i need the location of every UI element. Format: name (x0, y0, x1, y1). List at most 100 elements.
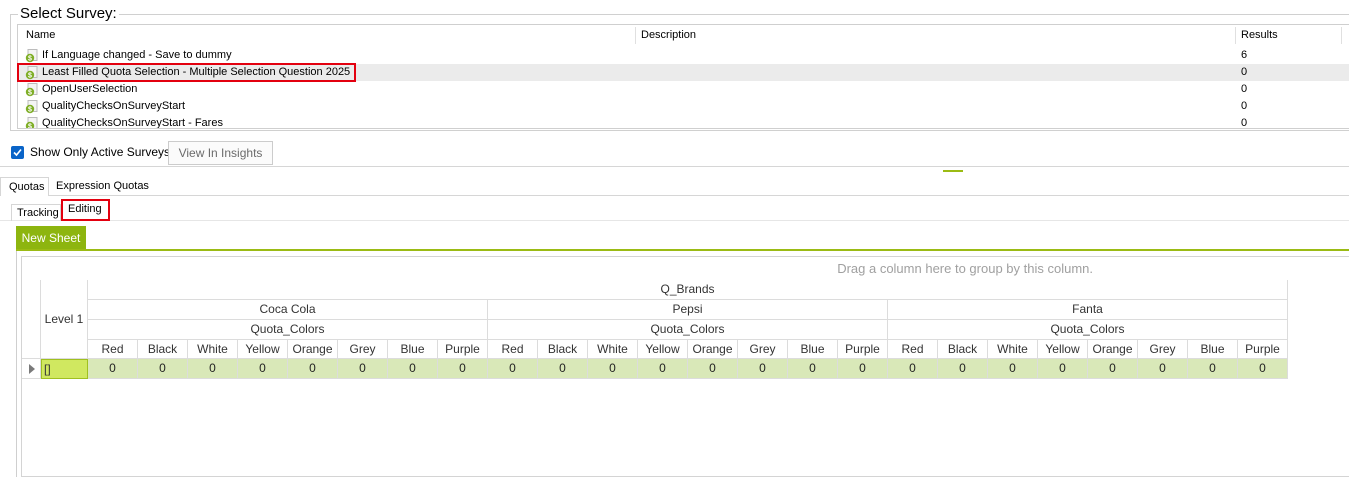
quota-value-cell[interactable]: 0 (138, 359, 188, 379)
color-column-header[interactable]: Black (538, 340, 588, 359)
color-column-header[interactable]: Red (888, 340, 938, 359)
show-active-label[interactable]: Show Only Active Surveys (30, 145, 170, 160)
quota-value-cell[interactable]: 0 (438, 359, 488, 379)
quota-value-cell[interactable]: 0 (988, 359, 1038, 379)
quota-value-cell[interactable]: 0 (1238, 359, 1288, 379)
checkmark-icon (13, 148, 22, 157)
survey-icon: $ (25, 117, 39, 129)
survey-name: If Language changed - Save to dummy (42, 49, 232, 61)
color-column-header[interactable]: Grey (338, 340, 388, 359)
color-column-header[interactable]: White (588, 340, 638, 359)
survey-row[interactable]: $ OpenUserSelection 0 (18, 81, 1349, 98)
quota-value-cell[interactable]: 0 (188, 359, 238, 379)
tab-quotas[interactable]: Quotas (0, 177, 49, 196)
color-column-header[interactable]: Purple (438, 340, 488, 359)
color-column-header[interactable]: Orange (688, 340, 738, 359)
brand-header[interactable]: Pepsi (488, 300, 888, 320)
color-column-header[interactable]: Black (138, 340, 188, 359)
survey-results: 0 (1241, 66, 1248, 78)
color-column-header[interactable]: White (188, 340, 238, 359)
quota-value-cell[interactable]: 0 (938, 359, 988, 379)
quota-value-cell[interactable]: 0 (888, 359, 938, 379)
quota-value-cell[interactable]: 0 (838, 359, 888, 379)
color-column-header[interactable]: White (988, 340, 1038, 359)
quota-colors-header[interactable]: Quota_Colors (888, 320, 1288, 340)
color-column-header[interactable]: Blue (788, 340, 838, 359)
survey-results: 6 (1241, 49, 1248, 61)
svg-text:$: $ (28, 107, 32, 114)
quota-value-cell[interactable]: 0 (1138, 359, 1188, 379)
view-in-insights-button[interactable]: View In Insights (168, 141, 273, 165)
quota-value-cell[interactable]: 0 (1088, 359, 1138, 379)
tab-tracking[interactable]: Tracking (11, 204, 61, 221)
survey-name: QualityChecksOnSurveyStart - Fares (42, 117, 223, 129)
tab-expression-quotas[interactable]: Expression Quotas (52, 179, 153, 196)
survey-row[interactable]: $ If Language changed - Save to dummy 6 (18, 47, 1349, 64)
quota-value-cell[interactable]: 0 (388, 359, 438, 379)
survey-results: 0 (1241, 100, 1248, 112)
survey-row[interactable]: $ QualityChecksOnSurveyStart - Fares 0 (18, 115, 1349, 129)
survey-results: 0 (1241, 83, 1248, 95)
survey-name: QualityChecksOnSurveyStart (42, 100, 186, 112)
survey-name: OpenUserSelection (42, 83, 138, 95)
column-header-name[interactable]: Name (20, 25, 635, 46)
survey-results: 0 (1241, 117, 1248, 129)
quota-value-cell[interactable]: 0 (688, 359, 738, 379)
color-column-header[interactable]: Grey (1138, 340, 1188, 359)
color-column-header[interactable]: Purple (1238, 340, 1288, 359)
show-active-checkbox[interactable] (11, 146, 24, 159)
quota-value-cell[interactable]: 0 (238, 359, 288, 379)
quota-value-cell[interactable]: 0 (488, 359, 538, 379)
brands-group-header[interactable]: Q_Brands (88, 280, 1288, 300)
quota-value-cell[interactable]: 0 (338, 359, 388, 379)
color-column-header[interactable]: Blue (1188, 340, 1238, 359)
group-panel[interactable]: Drag a column here to group by this colu… (22, 257, 1349, 280)
color-column-header[interactable]: Black (938, 340, 988, 359)
quota-value-cell[interactable]: 0 (788, 359, 838, 379)
svg-text:$: $ (28, 56, 32, 63)
highlight-box-editing-tab (61, 199, 110, 221)
quota-value-cell[interactable]: 0 (88, 359, 138, 379)
color-column-header[interactable]: Red (488, 340, 538, 359)
row-indicator-header (22, 280, 41, 359)
survey-icon: $ (25, 83, 39, 97)
quota-value-cell[interactable]: 0 (538, 359, 588, 379)
survey-row[interactable]: $ QualityChecksOnSurveyStart 0 (18, 98, 1349, 115)
row-key-cell[interactable]: [] (41, 359, 88, 379)
brand-header[interactable]: Coca Cola (88, 300, 488, 320)
svg-text:$: $ (28, 90, 32, 97)
splitter[interactable] (0, 166, 1349, 167)
quota-value-cell[interactable]: 0 (588, 359, 638, 379)
quota-value-cell[interactable]: 0 (738, 359, 788, 379)
color-column-header[interactable]: Yellow (238, 340, 288, 359)
tabs-divider (0, 195, 1349, 196)
quota-value-cell[interactable]: 0 (1038, 359, 1088, 379)
sheet-accent-line (16, 249, 1349, 251)
color-column-header[interactable]: Yellow (1038, 340, 1088, 359)
column-header-results[interactable]: Results (1235, 25, 1349, 46)
quota-value-cell[interactable]: 0 (288, 359, 338, 379)
brand-header[interactable]: Fanta (888, 300, 1288, 320)
new-sheet-tab[interactable]: New Sheet (16, 226, 86, 250)
column-header-description[interactable]: Description (635, 25, 1235, 46)
level-1-header[interactable]: Level 1 (41, 280, 88, 359)
quota-colors-header[interactable]: Quota_Colors (88, 320, 488, 340)
survey-icon: $ (25, 49, 39, 63)
splitter-grip[interactable] (943, 170, 963, 172)
subtabs-divider (0, 220, 1349, 221)
color-column-header[interactable]: Red (88, 340, 138, 359)
color-column-header[interactable]: Purple (838, 340, 888, 359)
quota-value-cell[interactable]: 0 (1188, 359, 1238, 379)
sheet-frame (16, 251, 20, 477)
highlight-box-selected-survey (17, 63, 356, 82)
survey-icon: $ (25, 100, 39, 114)
select-survey-title: Select Survey: (18, 5, 119, 22)
svg-text:$: $ (28, 124, 32, 129)
color-column-header[interactable]: Yellow (638, 340, 688, 359)
color-column-header[interactable]: Orange (288, 340, 338, 359)
quota-colors-header[interactable]: Quota_Colors (488, 320, 888, 340)
color-column-header[interactable]: Blue (388, 340, 438, 359)
quota-value-cell[interactable]: 0 (638, 359, 688, 379)
color-column-header[interactable]: Grey (738, 340, 788, 359)
color-column-header[interactable]: Orange (1088, 340, 1138, 359)
